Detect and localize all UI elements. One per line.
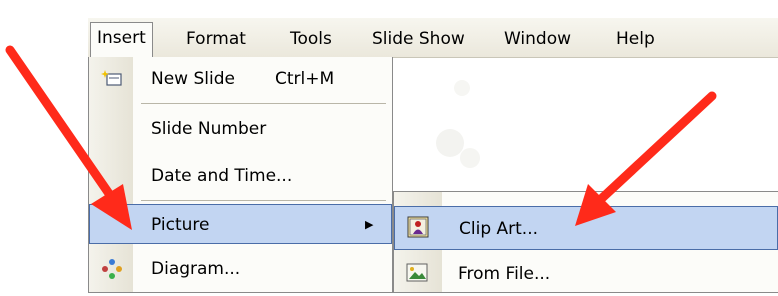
menu-bar: Insert Format Tools Slide Show Window He…	[88, 18, 778, 58]
picture-label: Picture	[151, 215, 210, 235]
picture-submenu: Clip Art... From File...	[393, 191, 778, 293]
submenu-arrow-icon: ▶	[365, 218, 374, 231]
diagram-icon	[102, 259, 122, 279]
from-file-icon	[406, 263, 428, 282]
new-slide-shortcut: Ctrl+M	[275, 69, 335, 89]
menu-separator	[141, 103, 386, 104]
menu-separator	[141, 200, 386, 201]
date-and-time-label: Date and Time...	[151, 166, 293, 186]
menu-item-slide-number[interactable]: Slide Number	[89, 109, 392, 149]
menu-item-diagram[interactable]: Diagram...	[89, 249, 392, 289]
new-slide-icon	[101, 70, 122, 86]
menu-insert[interactable]: Insert	[90, 22, 153, 58]
new-slide-label: New Slide	[151, 69, 235, 89]
submenu-item-clip-art[interactable]: Clip Art...	[394, 206, 778, 250]
menu-slide-show[interactable]: Slide Show	[366, 24, 471, 54]
insert-menu-dropdown: New Slide Ctrl+M Slide Number Date and T…	[88, 57, 393, 293]
submenu-item-from-file[interactable]: From File...	[394, 252, 778, 296]
clip-art-icon	[407, 216, 429, 238]
slide-background-faint	[400, 58, 778, 190]
menu-tools[interactable]: Tools	[284, 24, 338, 54]
menu-format[interactable]: Format	[180, 24, 252, 54]
slide-number-label: Slide Number	[151, 119, 267, 139]
menu-window[interactable]: Window	[498, 24, 577, 54]
menu-help[interactable]: Help	[610, 24, 661, 54]
from-file-label: From File...	[458, 264, 551, 284]
diagram-label: Diagram...	[151, 259, 241, 279]
menu-item-new-slide[interactable]: New Slide Ctrl+M	[89, 59, 392, 99]
menu-item-picture[interactable]: Picture ▶	[89, 204, 392, 244]
menu-item-date-and-time[interactable]: Date and Time...	[89, 156, 392, 196]
clip-art-label: Clip Art...	[459, 219, 539, 239]
